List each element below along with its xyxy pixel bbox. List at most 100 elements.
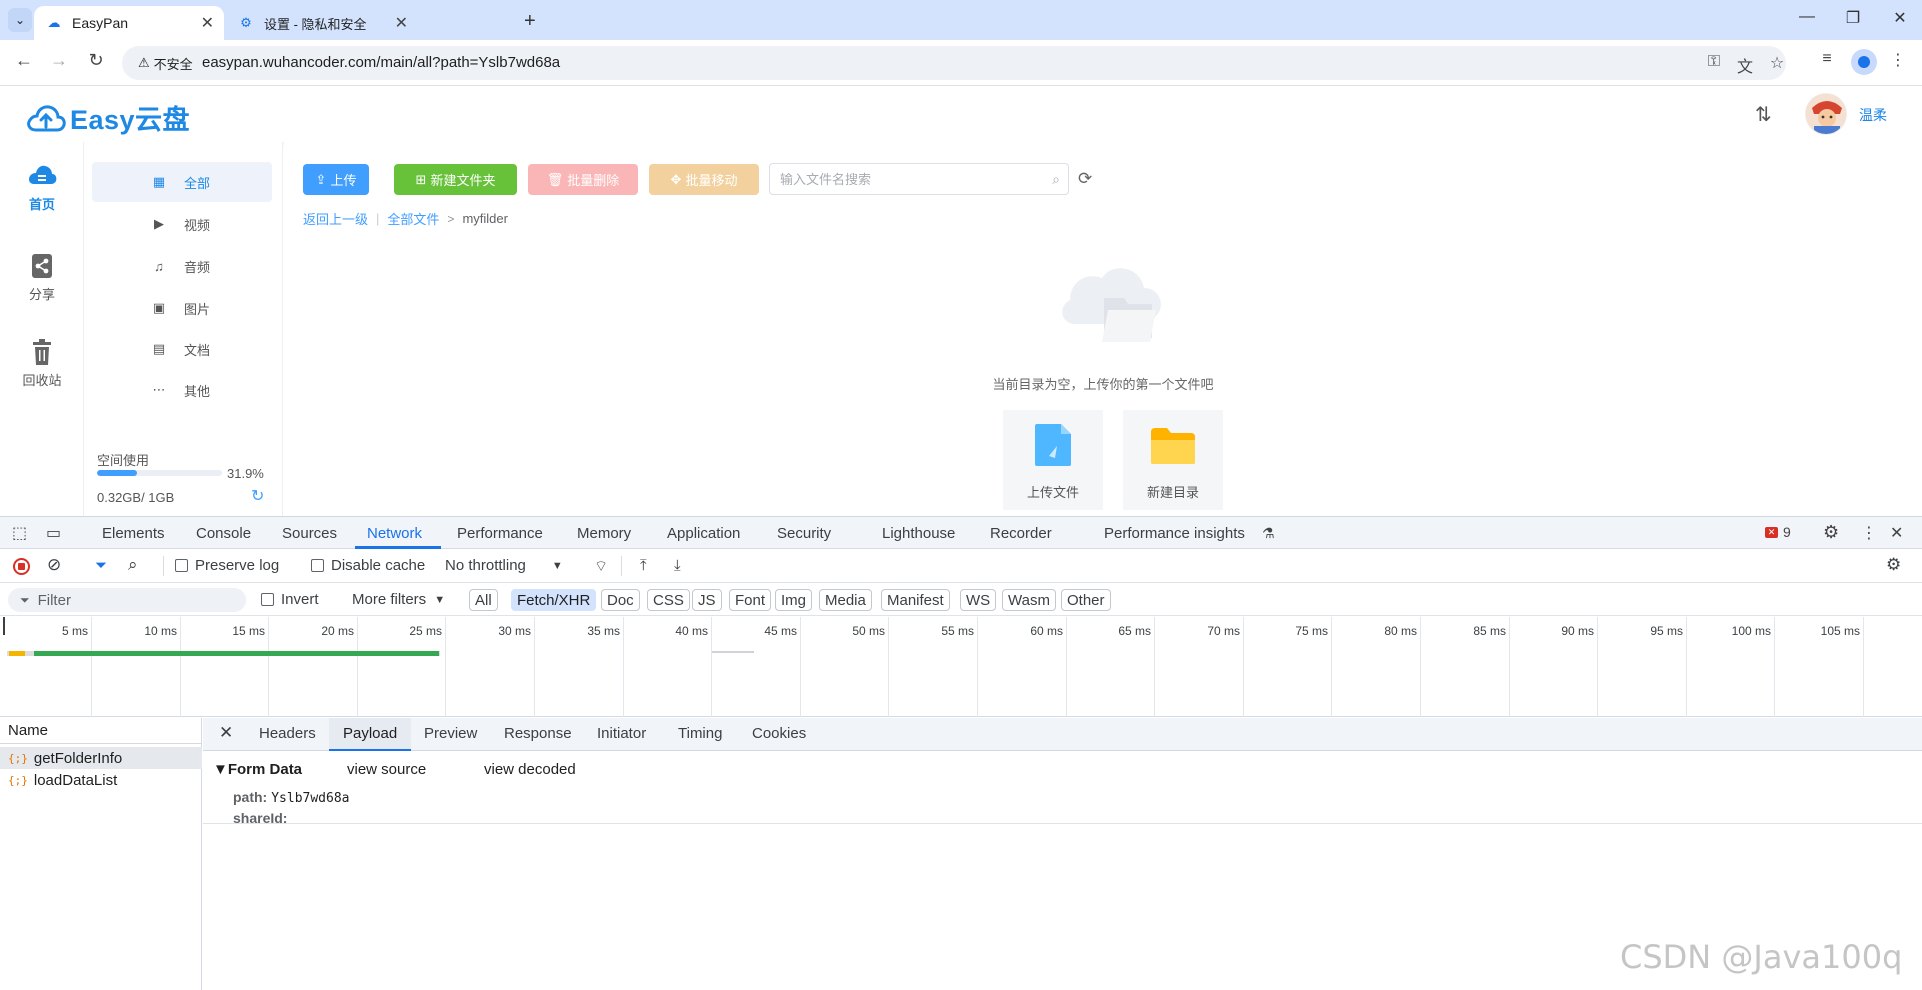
upload-file-card[interactable]: 上传文件 [1003,410,1103,510]
devtools-settings-gear-icon[interactable]: ⚙ [1823,522,1839,543]
detail-tab-preview[interactable]: Preview [424,725,477,742]
restore-icon[interactable]: ❐ [1838,8,1868,28]
close-tab-icon[interactable]: ✕ [201,13,214,33]
filter-chip-ws[interactable]: WS [960,589,997,611]
refresh-icon[interactable]: ⟳ [1078,169,1092,189]
new-tab-plus-icon[interactable]: + [524,10,536,33]
category-video[interactable]: ▶ 视频 [92,204,272,244]
security-indicator[interactable]: ⚠ 不安全 [130,51,201,75]
new-folder-button[interactable]: ⊞ 新建文件夹 [394,164,517,195]
user-name[interactable]: 温柔 [1859,105,1887,125]
filter-chip-media[interactable]: Media [819,589,872,611]
clear-icon[interactable]: ⊘ [47,555,61,575]
request-row-loaddatalist[interactable]: {;} loadDataList [0,769,202,791]
search-input[interactable] [780,164,1030,194]
breadcrumb-all-files[interactable]: 全部文件 [387,209,439,228]
left-nav-recycle[interactable]: 回收站 [0,338,84,389]
refresh-space-icon[interactable]: ↻ [251,486,264,506]
search-network-icon[interactable]: ⌕ [128,555,138,575]
forward-arrow-icon[interactable]: → [47,50,71,71]
transfer-arrows-icon[interactable]: ⇅ [1755,102,1772,127]
translate-icon[interactable]: 文 [1734,53,1756,77]
form-data-toggle[interactable]: ▼Form Data [213,761,302,778]
import-har-icon[interactable]: ⤒ [640,557,647,574]
close-detail-icon[interactable]: ✕ [219,723,233,743]
search-field[interactable]: ⌕ [769,163,1069,195]
preserve-log-checkbox[interactable]: Preserve log [175,557,279,574]
filter-chip-fetch-xhr[interactable]: Fetch/XHR [511,589,597,611]
filter-chip-css[interactable]: CSS [647,589,690,611]
search-icon[interactable]: ⌕ [1052,171,1060,188]
devtools-tab-memory[interactable]: Memory [577,525,631,542]
media-queue-icon[interactable]: ≡ [1815,50,1839,68]
url-text[interactable]: easypan.wuhancoder.com/main/all?path=Ysl… [202,54,560,71]
password-key-icon[interactable]: ⚿ [1703,53,1725,71]
timeline-handle-left[interactable] [3,617,5,635]
tab-settings[interactable]: ⚙ 设置 - 隐私和安全 ✕ [226,6,418,40]
devtools-tab-application[interactable]: Application [667,525,740,542]
close-window-icon[interactable]: ✕ [1885,8,1915,28]
devtools-tab-console[interactable]: Console [196,525,251,542]
more-filters-dropdown[interactable]: More filters ▼ [352,591,445,608]
filter-funnel-icon[interactable]: ⏷ [95,557,107,574]
view-decoded-link[interactable]: view decoded [484,761,576,778]
devtools-more-icon[interactable]: ⋮ [1861,523,1877,543]
filter-chip-all[interactable]: All [469,589,498,611]
bookmark-star-icon[interactable]: ☆ [1766,53,1788,73]
filter-chip-other[interactable]: Other [1061,589,1111,611]
upload-button[interactable]: ⇪ 上传 [303,164,369,195]
tab-easypan[interactable]: ☁ EasyPan ✕ [34,6,224,40]
filter-chip-doc[interactable]: Doc [601,589,640,611]
address-bar[interactable]: ⚠ 不安全 easypan.wuhancoder.com/main/all?pa… [122,46,1786,80]
devtools-tab-recorder[interactable]: Recorder [990,525,1052,542]
reload-icon[interactable]: ↻ [84,50,108,71]
tab-search-button[interactable]: ⌄ [8,8,32,32]
filter-chip-js[interactable]: JS [692,589,722,611]
batch-delete-button[interactable]: 🗑 批量删除 [528,164,638,195]
detail-tab-initiator[interactable]: Initiator [597,725,646,742]
avatar[interactable] [1805,93,1847,135]
detail-tab-response[interactable]: Response [504,725,572,742]
category-image[interactable]: ▣ 图片 [92,288,272,328]
browser-menu-icon[interactable]: ⋮ [1886,50,1910,70]
devtools-tab-security[interactable]: Security [777,525,831,542]
view-source-link[interactable]: view source [347,761,426,778]
app-logo[interactable]: Easy云盘 [26,98,190,137]
close-tab-icon[interactable]: ✕ [395,13,408,33]
devtools-tab-performance-insights[interactable]: Performance insights [1104,525,1245,542]
detail-tab-headers[interactable]: Headers [259,725,316,742]
new-directory-card[interactable]: 新建目录 [1123,410,1223,510]
invert-checkbox[interactable]: Invert [261,591,319,608]
devtools-tab-lighthouse[interactable]: Lighthouse [882,525,955,542]
batch-move-button[interactable]: ✥ 批量移动 [649,164,759,195]
left-nav-home[interactable]: 首页 [0,162,84,213]
disable-cache-checkbox[interactable]: Disable cache [311,557,425,574]
filter-input[interactable]: ⏷ Filter [8,588,246,612]
minimize-icon[interactable]: — [1792,8,1822,26]
name-column-header[interactable]: Name [0,718,202,744]
filter-chip-font[interactable]: Font [729,589,772,611]
request-row-getfolderinfo[interactable]: {;} getFolderInfo [0,747,202,769]
devtools-tab-sources[interactable]: Sources [282,525,337,542]
breadcrumb-back[interactable]: 返回上一级 [303,209,368,228]
export-har-icon[interactable]: ⤓ [674,557,681,574]
inspect-element-icon[interactable]: ⬚ [12,523,27,543]
detail-tab-timing[interactable]: Timing [678,725,722,742]
category-document[interactable]: ▤ 文档 [92,329,272,369]
devtools-tab-network[interactable]: Network [367,525,422,542]
detail-tab-cookies[interactable]: Cookies [752,725,806,742]
profile-avatar-icon[interactable] [1851,49,1877,75]
error-count-badge[interactable]: ✕ 9 [1765,524,1791,540]
category-all[interactable]: ▦ 全部 [92,162,272,202]
devtools-close-icon[interactable]: ✕ [1890,523,1903,543]
devtools-tab-performance[interactable]: Performance [457,525,543,542]
back-arrow-icon[interactable]: ← [12,50,36,71]
devtools-tab-elements[interactable]: Elements [102,525,165,542]
detail-tab-payload[interactable]: Payload [343,725,397,742]
category-audio[interactable]: ♫ 音频 [92,246,272,286]
category-other[interactable]: ⋯ 其他 [92,370,272,410]
device-toolbar-icon[interactable]: ▭ [46,523,61,543]
network-settings-gear-icon[interactable]: ⚙ [1886,555,1901,575]
network-conditions-icon[interactable]: ⌔ [594,557,608,576]
throttling-select[interactable]: No throttling ▼ [445,557,563,574]
